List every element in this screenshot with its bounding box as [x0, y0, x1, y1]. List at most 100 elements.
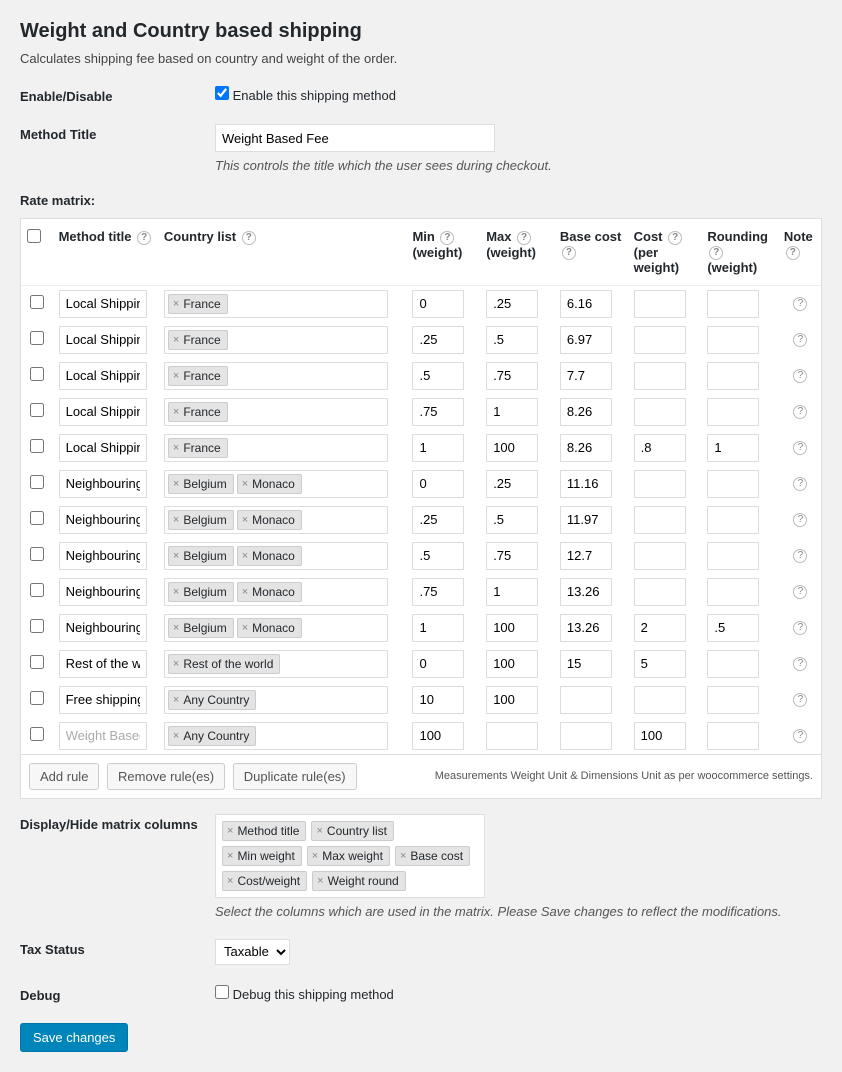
row-max-input[interactable]	[486, 362, 538, 390]
remove-rule-button[interactable]: Remove rule(es)	[107, 763, 225, 790]
method-title-input[interactable]	[215, 124, 495, 152]
row-title-input[interactable]	[59, 650, 147, 678]
row-checkbox[interactable]	[30, 295, 44, 309]
columns-select[interactable]: ×Method title×Country list×Min weight×Ma…	[215, 814, 485, 898]
remove-tag-icon[interactable]: ×	[227, 825, 233, 837]
row-title-input[interactable]	[59, 470, 147, 498]
remove-tag-icon[interactable]: ×	[242, 514, 248, 526]
row-country-select[interactable]: ×Belgium×Monaco	[164, 470, 388, 498]
row-cost-input[interactable]	[634, 686, 686, 714]
row-round-input[interactable]	[707, 290, 759, 318]
row-base-input[interactable]	[560, 362, 612, 390]
row-checkbox[interactable]	[30, 475, 44, 489]
row-title-input[interactable]	[59, 686, 147, 714]
row-max-input[interactable]	[486, 650, 538, 678]
row-checkbox[interactable]	[30, 691, 44, 705]
row-max-input[interactable]	[486, 398, 538, 426]
row-country-select[interactable]: ×Belgium×Monaco	[164, 614, 388, 642]
row-note-icon[interactable]: ?	[793, 657, 807, 671]
help-icon[interactable]: ?	[517, 231, 531, 245]
help-icon[interactable]: ?	[137, 231, 151, 245]
row-cost-input[interactable]	[634, 614, 686, 642]
row-note-icon[interactable]: ?	[793, 693, 807, 707]
row-cost-input[interactable]	[634, 326, 686, 354]
row-checkbox[interactable]	[30, 511, 44, 525]
row-min-input[interactable]	[412, 650, 464, 678]
select-all-checkbox[interactable]	[27, 229, 41, 243]
remove-tag-icon[interactable]: ×	[173, 550, 179, 562]
remove-tag-icon[interactable]: ×	[173, 730, 179, 742]
row-min-input[interactable]	[412, 722, 464, 750]
row-max-input[interactable]	[486, 506, 538, 534]
row-min-input[interactable]	[412, 578, 464, 606]
remove-tag-icon[interactable]: ×	[173, 370, 179, 382]
remove-tag-icon[interactable]: ×	[317, 875, 323, 887]
row-base-input[interactable]	[560, 434, 612, 462]
row-max-input[interactable]	[486, 434, 538, 462]
row-base-input[interactable]	[560, 722, 612, 750]
row-title-input[interactable]	[59, 542, 147, 570]
row-checkbox[interactable]	[30, 547, 44, 561]
row-title-input[interactable]	[59, 722, 147, 750]
row-max-input[interactable]	[486, 326, 538, 354]
row-min-input[interactable]	[412, 434, 464, 462]
row-base-input[interactable]	[560, 650, 612, 678]
row-min-input[interactable]	[412, 290, 464, 318]
debug-checkbox[interactable]	[215, 985, 229, 999]
tax-status-select[interactable]: Taxable	[215, 939, 290, 965]
remove-tag-icon[interactable]: ×	[242, 478, 248, 490]
row-checkbox[interactable]	[30, 331, 44, 345]
row-base-input[interactable]	[560, 614, 612, 642]
remove-tag-icon[interactable]: ×	[316, 825, 322, 837]
row-note-icon[interactable]: ?	[793, 549, 807, 563]
row-note-icon[interactable]: ?	[793, 441, 807, 455]
remove-tag-icon[interactable]: ×	[173, 442, 179, 454]
row-checkbox[interactable]	[30, 403, 44, 417]
row-checkbox[interactable]	[30, 439, 44, 453]
remove-tag-icon[interactable]: ×	[173, 694, 179, 706]
row-round-input[interactable]	[707, 542, 759, 570]
remove-tag-icon[interactable]: ×	[173, 334, 179, 346]
remove-tag-icon[interactable]: ×	[173, 658, 179, 670]
row-min-input[interactable]	[412, 470, 464, 498]
remove-tag-icon[interactable]: ×	[173, 586, 179, 598]
row-base-input[interactable]	[560, 290, 612, 318]
row-base-input[interactable]	[560, 470, 612, 498]
row-base-input[interactable]	[560, 686, 612, 714]
row-round-input[interactable]	[707, 398, 759, 426]
row-round-input[interactable]	[707, 506, 759, 534]
row-country-select[interactable]: ×France	[164, 326, 388, 354]
row-round-input[interactable]	[707, 470, 759, 498]
row-base-input[interactable]	[560, 506, 612, 534]
row-country-select[interactable]: ×Belgium×Monaco	[164, 542, 388, 570]
row-cost-input[interactable]	[634, 506, 686, 534]
row-note-icon[interactable]: ?	[793, 369, 807, 383]
row-title-input[interactable]	[59, 506, 147, 534]
row-checkbox[interactable]	[30, 619, 44, 633]
row-cost-input[interactable]	[634, 650, 686, 678]
row-base-input[interactable]	[560, 326, 612, 354]
row-cost-input[interactable]	[634, 722, 686, 750]
row-max-input[interactable]	[486, 578, 538, 606]
row-country-select[interactable]: ×France	[164, 398, 388, 426]
row-round-input[interactable]	[707, 434, 759, 462]
row-cost-input[interactable]	[634, 398, 686, 426]
row-max-input[interactable]	[486, 722, 538, 750]
row-base-input[interactable]	[560, 542, 612, 570]
row-title-input[interactable]	[59, 362, 147, 390]
remove-tag-icon[interactable]: ×	[227, 875, 233, 887]
row-round-input[interactable]	[707, 722, 759, 750]
duplicate-rule-button[interactable]: Duplicate rule(es)	[233, 763, 357, 790]
row-note-icon[interactable]: ?	[793, 729, 807, 743]
row-round-input[interactable]	[707, 578, 759, 606]
row-round-input[interactable]	[707, 686, 759, 714]
row-country-select[interactable]: ×Any Country	[164, 686, 388, 714]
remove-tag-icon[interactable]: ×	[242, 550, 248, 562]
row-title-input[interactable]	[59, 434, 147, 462]
row-max-input[interactable]	[486, 686, 538, 714]
row-cost-input[interactable]	[634, 542, 686, 570]
row-cost-input[interactable]	[634, 578, 686, 606]
help-icon[interactable]: ?	[786, 246, 800, 260]
save-changes-button[interactable]: Save changes	[20, 1023, 128, 1052]
row-min-input[interactable]	[412, 362, 464, 390]
